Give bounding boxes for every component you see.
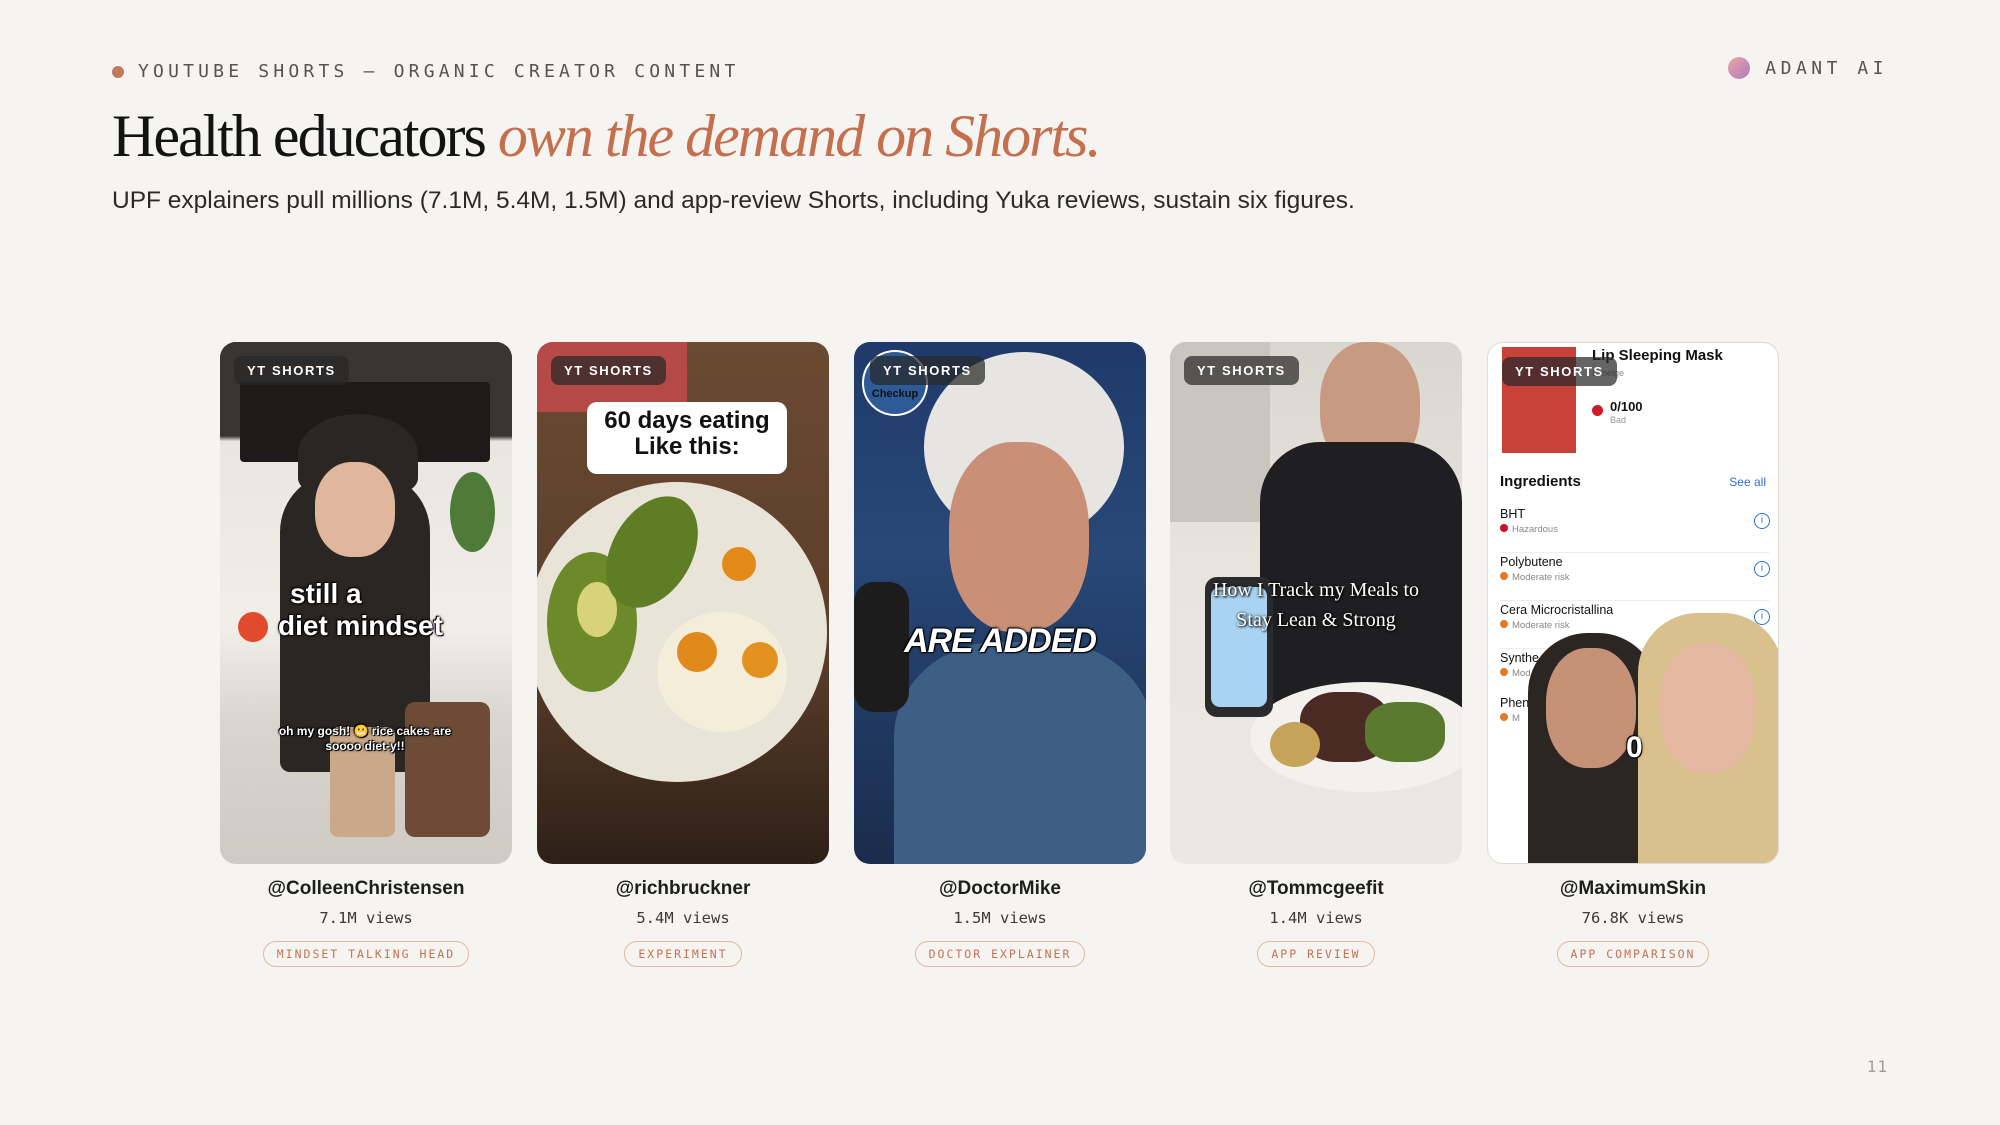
content-type-tag: DOCTOR EXPLAINER xyxy=(914,941,1086,967)
thumbnail-caption-line2: diet mindset xyxy=(278,610,443,641)
thumbnail-caption: How I Track my Meals to Stay Lean & Stro… xyxy=(1170,575,1462,635)
thumbnail-caption-line2: Stay Lean & Strong xyxy=(1236,609,1396,631)
video-thumbnail[interactable]: How I Track my Meals to Stay Lean & Stro… xyxy=(1170,342,1462,864)
score-label: Bad xyxy=(1610,415,1627,425)
video-thumbnail[interactable]: 60 days eating Like this: YT SHORTS xyxy=(537,342,829,864)
risk-dot-icon xyxy=(1500,524,1508,532)
title-main: Health educators xyxy=(112,103,487,169)
creator-card-tommcgeefit[interactable]: How I Track my Meals to Stay Lean & Stro… xyxy=(1170,342,1462,967)
creator-handle[interactable]: @DoctorMike xyxy=(854,878,1146,900)
view-count: 1.5M views xyxy=(953,909,1047,927)
brand-logo-icon xyxy=(1728,57,1751,79)
creator-card-maximumskin[interactable]: Lip Sleeping Mask Laneige 0/100 Bad Ingr… xyxy=(1487,342,1779,967)
creator-handle[interactable]: @ColleenChristensen xyxy=(220,878,512,900)
thumbnail-caption: 60 days eating Like this: xyxy=(587,408,787,460)
risk-dot-icon xyxy=(1500,620,1508,628)
thumbnail-caption: ARE ADDED xyxy=(904,622,1097,660)
see-all-link[interactable]: See all xyxy=(1729,475,1766,489)
content-type-tag: EXPERIMENT xyxy=(624,941,742,967)
ingredient-risk: Hazardous xyxy=(1512,524,1558,535)
view-count: 7.1M views xyxy=(319,909,413,927)
channel-logo-text: Checkup xyxy=(871,388,919,400)
content-type-tag: APP COMPARISON xyxy=(1556,941,1710,967)
brand: ADANT AI xyxy=(1728,57,1888,79)
thumbnail-caption-line1: How I Track my Meals to xyxy=(1212,579,1420,601)
video-thumbnail[interactable]: Checkup ARE ADDED YT SHORTS xyxy=(854,342,1146,864)
page-title: Health educators own the demand on Short… xyxy=(112,102,1102,171)
risk-dot-icon xyxy=(1500,713,1508,721)
ingredient-row[interactable]: Polybutene Moderate risk i xyxy=(1500,555,1770,601)
info-icon[interactable]: i xyxy=(1754,561,1770,577)
ingredient-row[interactable]: BHT Hazardous i xyxy=(1500,507,1770,553)
eyebrow: YOUTUBE SHORTS — ORGANIC CREATOR CONTENT xyxy=(112,61,739,82)
info-icon[interactable]: i xyxy=(1754,513,1770,529)
yt-shorts-badge: YT SHORTS xyxy=(1184,356,1299,385)
ingredient-name: Polybutene xyxy=(1500,555,1563,569)
overlay-number: 0 xyxy=(1626,731,1643,764)
eyebrow-label: YOUTUBE SHORTS — ORGANIC CREATOR CONTENT xyxy=(138,61,740,82)
content-type-tag: MINDSET TALKING HEAD xyxy=(262,941,470,967)
score-dot-icon xyxy=(1592,405,1603,416)
creator-card-doctormike[interactable]: Checkup ARE ADDED YT SHORTS @DoctorMike … xyxy=(854,342,1146,967)
creator-card-richbruckner[interactable]: 60 days eating Like this: YT SHORTS @ric… xyxy=(537,342,829,967)
content-type-tag: APP REVIEW xyxy=(1257,941,1375,967)
thumbnail-caption-line1: still a xyxy=(290,578,362,609)
risk-dot-icon xyxy=(1500,668,1508,676)
view-count: 5.4M views xyxy=(636,909,730,927)
creator-handle[interactable]: @richbruckner xyxy=(537,878,829,900)
yt-shorts-badge: YT SHORTS xyxy=(1502,357,1617,386)
ingredient-risk: Mod xyxy=(1512,668,1531,679)
thumbnail-subcaption: oh my gosh! 😬 rice cakes are soooo diet-… xyxy=(278,724,452,753)
score-value: 0/100 xyxy=(1610,399,1643,414)
yt-shorts-badge: YT SHORTS xyxy=(234,356,349,385)
title-accent: own the demand on Shorts. xyxy=(497,103,1102,169)
yt-shorts-badge: YT SHORTS xyxy=(870,356,985,385)
risk-dot-icon xyxy=(1500,572,1508,580)
yt-shorts-badge: YT SHORTS xyxy=(551,356,666,385)
ingredients-title: Ingredients xyxy=(1500,473,1581,490)
view-count: 76.8K views xyxy=(1581,909,1685,927)
brand-name: ADANT AI xyxy=(1765,57,1888,79)
creator-cards: still a diet mindset oh my gosh! 😬 rice … xyxy=(220,342,1780,972)
ingredient-name: BHT xyxy=(1500,507,1525,521)
creator-handle[interactable]: @Tommcgeefit xyxy=(1170,878,1462,900)
page-number: 11 xyxy=(1866,1057,1888,1076)
ingredient-risk: Moderate risk xyxy=(1512,620,1570,631)
page-subtitle: UPF explainers pull millions (7.1M, 5.4M… xyxy=(112,187,1355,214)
eyebrow-dot-icon xyxy=(112,65,124,78)
thumbnail-caption-line2: Like this: xyxy=(634,433,740,460)
video-thumbnail[interactable]: Lip Sleeping Mask Laneige 0/100 Bad Ingr… xyxy=(1487,342,1779,864)
ingredient-risk: M xyxy=(1512,713,1520,724)
thumbnail-caption-line1: 60 days eating xyxy=(604,407,770,434)
ingredient-risk: Moderate risk xyxy=(1512,572,1570,583)
view-count: 1.4M views xyxy=(1269,909,1363,927)
video-thumbnail[interactable]: still a diet mindset oh my gosh! 😬 rice … xyxy=(220,342,512,864)
creator-card-colleen[interactable]: still a diet mindset oh my gosh! 😬 rice … xyxy=(220,342,512,967)
creator-handle[interactable]: @MaximumSkin xyxy=(1487,878,1779,900)
